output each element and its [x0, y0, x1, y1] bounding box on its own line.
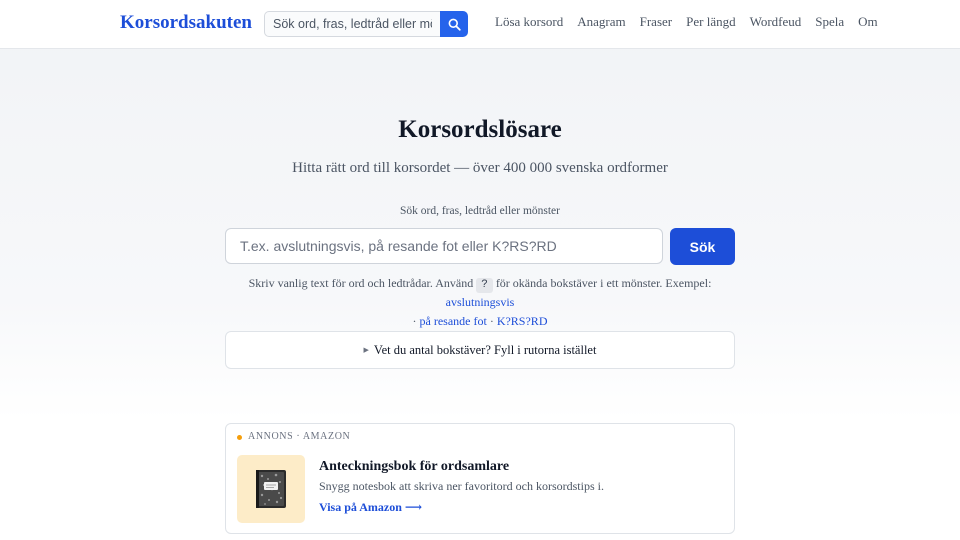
caret-right-icon: ▶ — [363, 346, 369, 354]
ad-label-text: ANNONS · AMAZON — [248, 431, 351, 442]
nav-anagram[interactable]: Anagram — [577, 14, 625, 30]
main-search-input[interactable] — [225, 228, 663, 264]
nav-wordfeud[interactable]: Wordfeud — [750, 14, 802, 30]
ad-thumbnail[interactable] — [237, 455, 305, 523]
nav-fraser[interactable]: Fraser — [640, 14, 673, 30]
search-label: Sök ord, fras, ledtråd eller mönster — [400, 205, 560, 217]
nav-spela[interactable]: Spela — [815, 14, 844, 30]
ad-dot-icon — [237, 435, 242, 440]
ad-label: ANNONS · AMAZON — [237, 431, 350, 442]
help-text-before: Skriv vanlig text för ord och ledtrådar.… — [248, 276, 474, 290]
help-text-after: för okända bokstäver i ett mönster. Exem… — [495, 276, 712, 290]
wildcard-badge: ? — [476, 278, 493, 293]
ad-card: ANNONS · AMAZON Anteckningsbok för ordsa… — [225, 423, 735, 534]
example-link-pa-resande-fot[interactable]: på resande fot — [420, 314, 487, 328]
example-separator: · — [489, 314, 494, 328]
nav-per-langd[interactable]: Per längd — [686, 14, 735, 30]
ad-title: Anteckningsbok för ordsamlare — [319, 459, 510, 474]
brand-logo[interactable]: Korsordsakuten — [120, 12, 252, 34]
ad-description: Snygg notesbok att skriva ner favoritord… — [319, 479, 604, 493]
main-nav: Lösa korsord Anagram Fraser Per längd Wo… — [495, 14, 878, 30]
search-help-text: Skriv vanlig text för ord och ledtrådar.… — [225, 274, 735, 331]
nav-losa-korsord[interactable]: Lösa korsord — [495, 14, 563, 30]
example-link-avslutningsvis[interactable]: avslutningsvis — [446, 295, 515, 309]
example-separator: · — [412, 314, 417, 328]
header-search-input[interactable] — [264, 11, 440, 37]
header-search — [264, 11, 468, 37]
page-title: Korsordslösare — [398, 116, 562, 143]
letter-count-toggle[interactable]: ▶ Vet du antal bokstäver? Fyll i rutorna… — [225, 331, 735, 369]
letter-count-toggle-label: Vet du antal bokstäver? Fyll i rutorna i… — [373, 342, 597, 357]
example-link-korsord[interactable]: K?RS?RD — [497, 314, 548, 328]
notebook-icon — [256, 470, 286, 508]
ad-link-amazon[interactable]: Visa på Amazon ⟶ — [319, 500, 422, 515]
search-icon — [448, 18, 461, 31]
page-subtitle: Hitta rätt ord till korsordet — över 400… — [292, 160, 668, 176]
main-search-button[interactable]: Sök — [670, 228, 735, 265]
nav-om[interactable]: Om — [858, 14, 878, 30]
header-search-button[interactable] — [440, 11, 468, 37]
site-header: Korsordsakuten Lösa korsord Anagram Fras… — [0, 0, 960, 49]
